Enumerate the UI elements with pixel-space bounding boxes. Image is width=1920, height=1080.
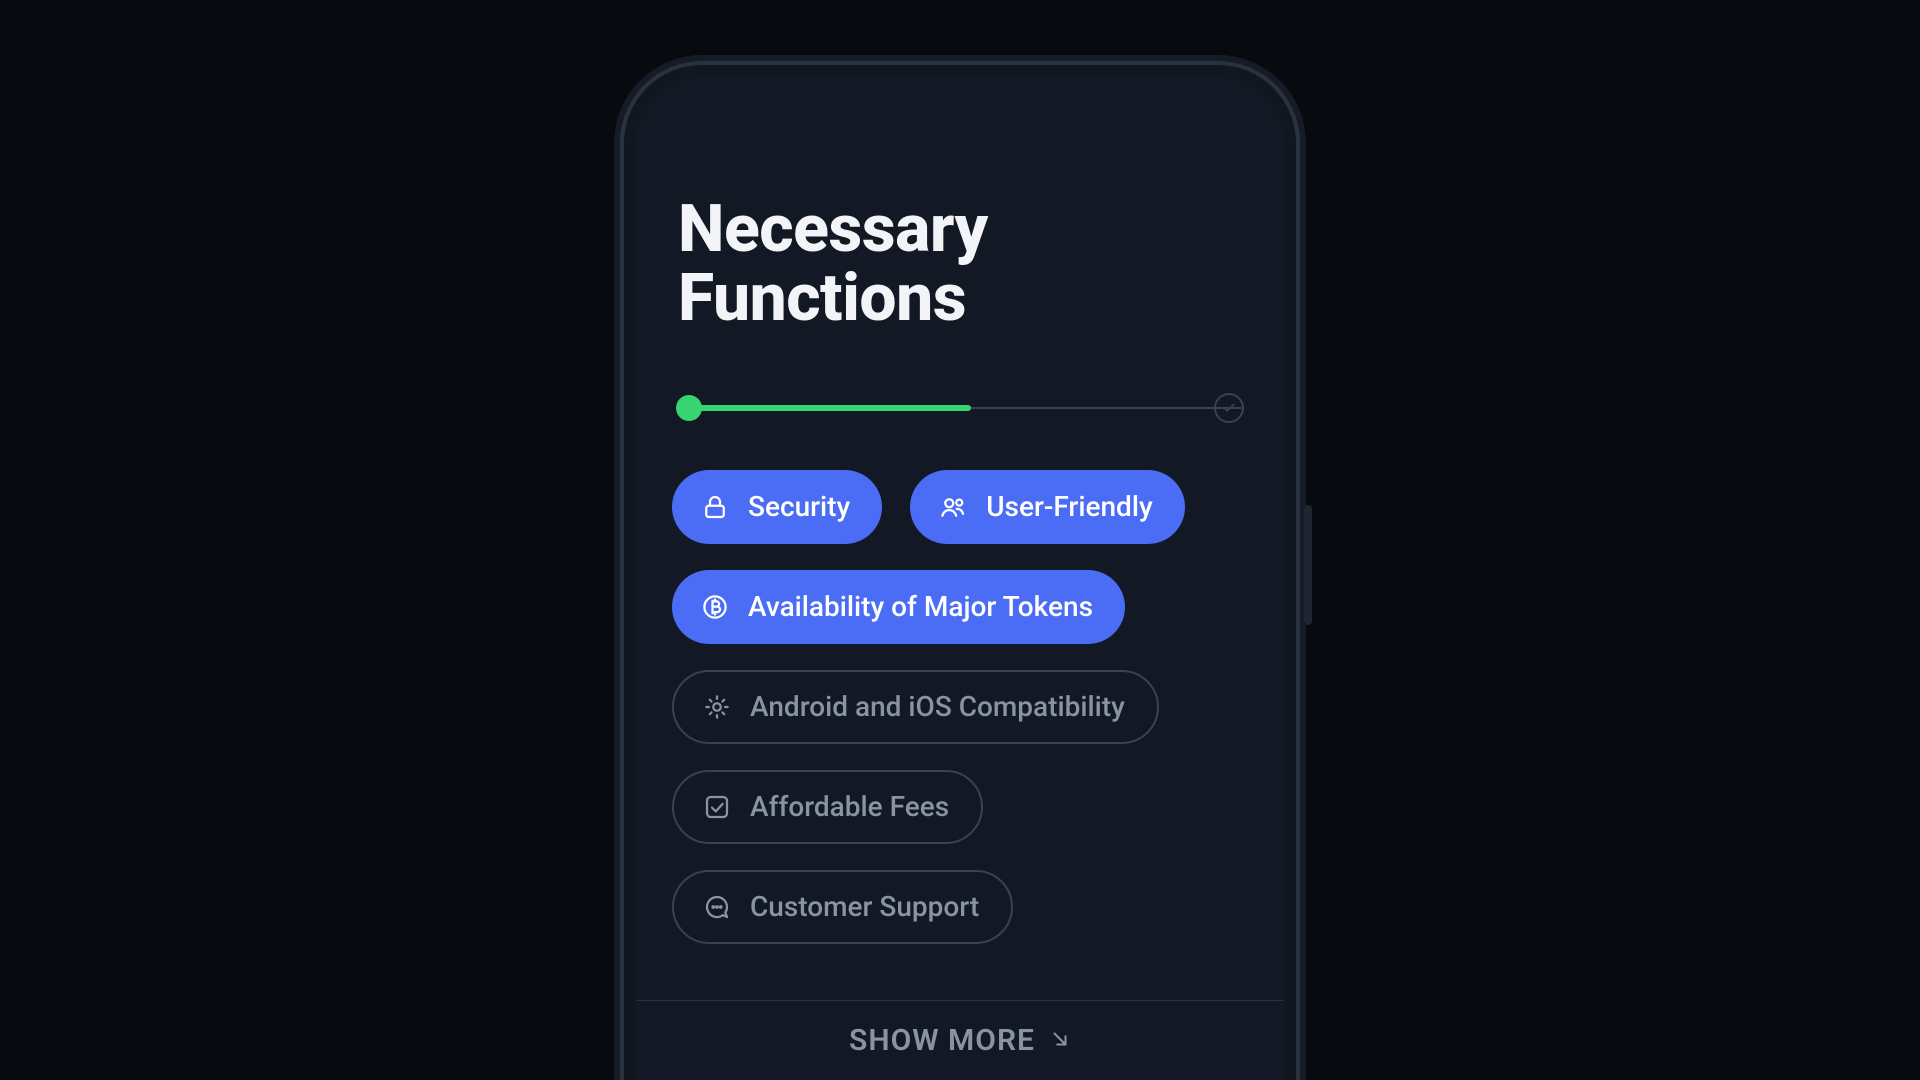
- chip-label: Availability of Major Tokens: [748, 590, 1093, 623]
- chip-security[interactable]: Security: [672, 470, 882, 544]
- progress-fill: [678, 405, 971, 411]
- phone-frame: Necessary Functions Security User-Friendl…: [624, 65, 1296, 1080]
- progress-start-knob: [676, 395, 702, 421]
- progress-end-check-icon: [1214, 393, 1244, 423]
- app-screen: Necessary Functions Security User-Friendl…: [636, 77, 1284, 1080]
- show-more-label: SHOW MORE: [849, 1023, 1035, 1058]
- chip-availability-of-major-tokens[interactable]: Availability of Major Tokens: [672, 570, 1125, 644]
- progress-bar[interactable]: [678, 394, 1242, 422]
- arrow-down-right-icon: [1049, 1023, 1071, 1058]
- chip-user-friendly[interactable]: User-Friendly: [910, 470, 1184, 544]
- lock-icon: [700, 492, 730, 522]
- show-more-button[interactable]: SHOW MORE: [636, 1000, 1284, 1080]
- chip-android-and-ios-compatibility[interactable]: Android and iOS Compatibility: [672, 670, 1159, 744]
- chip-label: Android and iOS Compatibility: [750, 690, 1125, 723]
- chat-icon: [702, 892, 732, 922]
- chip-affordable-fees[interactable]: Affordable Fees: [672, 770, 983, 844]
- checkbox-icon: [702, 792, 732, 822]
- bitcoin-icon: [700, 592, 730, 622]
- chip-label: Security: [748, 490, 850, 523]
- chip-label: User-Friendly: [986, 490, 1152, 523]
- chip-label: Customer Support: [750, 890, 979, 923]
- page-title-line2: Functions: [678, 260, 966, 337]
- gear-icon: [702, 692, 732, 722]
- chip-label: Affordable Fees: [750, 790, 949, 823]
- chip-customer-support[interactable]: Customer Support: [672, 870, 1013, 944]
- page-title: Necessary Functions: [678, 195, 1248, 334]
- chips-container: Security User-Friendly Availability of Maj…: [672, 470, 1248, 944]
- page-title-line1: Necessary: [678, 191, 988, 268]
- users-icon: [938, 492, 968, 522]
- phone-side-button: [1304, 505, 1312, 625]
